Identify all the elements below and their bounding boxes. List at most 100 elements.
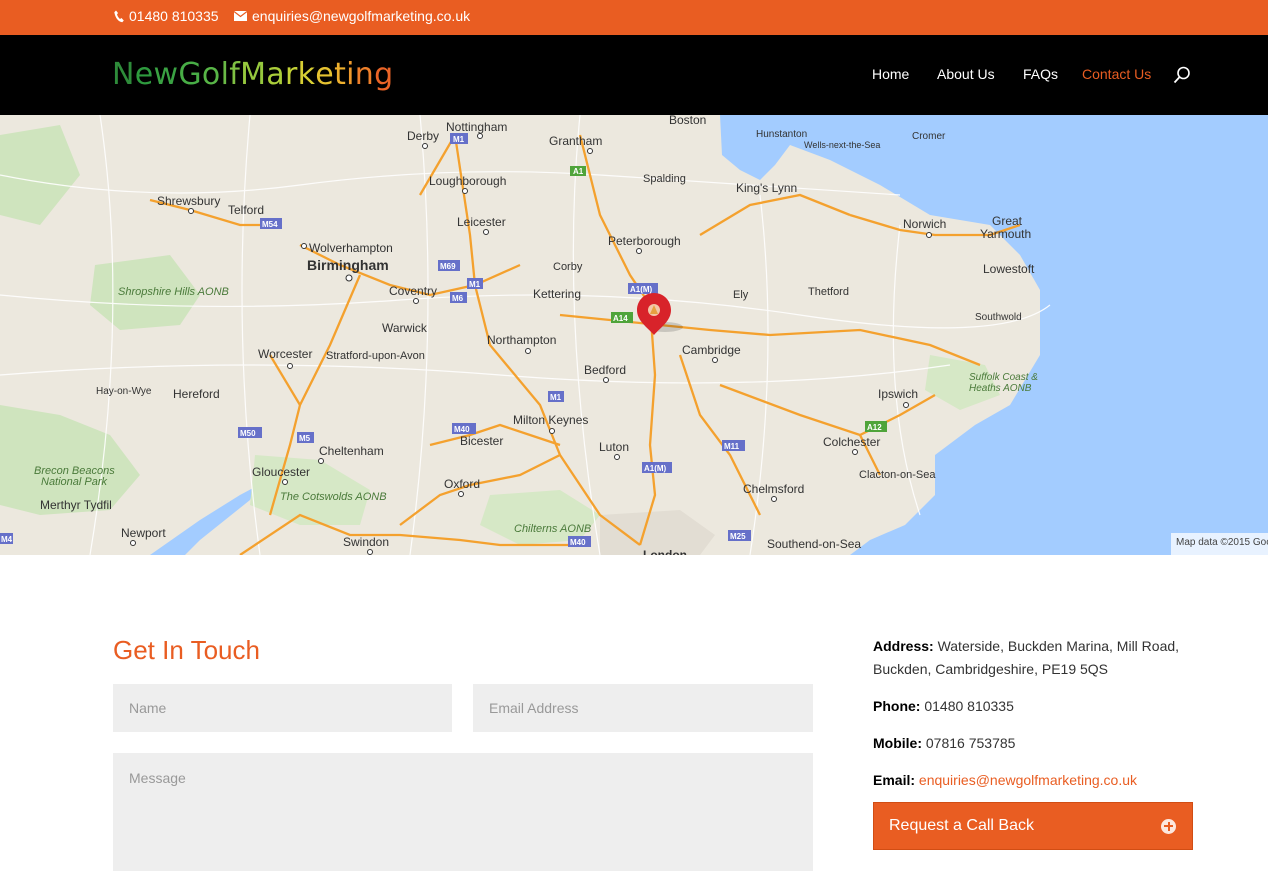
svg-text:Merthyr Tydfil: Merthyr Tydfil	[40, 498, 112, 512]
svg-text:A1(M): A1(M)	[644, 464, 667, 473]
svg-text:Lowestoft: Lowestoft	[983, 262, 1035, 276]
location-map[interactable]: Derby Nottingham Boston Hunstanton Crome…	[0, 115, 1268, 555]
svg-text:Thetford: Thetford	[808, 286, 849, 298]
svg-text:Spalding: Spalding	[643, 173, 686, 185]
svg-text:Wells-next-the-Sea: Wells-next-the-Sea	[804, 140, 880, 150]
phone-block: Phone: 01480 810335	[873, 695, 1014, 718]
site-logo[interactable]: NewGolfMarketing	[112, 57, 393, 92]
logo-letter: a	[266, 57, 285, 92]
svg-text:Stratford-upon-Avon: Stratford-upon-Avon	[326, 350, 425, 362]
nav-about-us[interactable]: About Us	[937, 66, 995, 82]
top-bar: 01480 810335 enquiries@newgolfmarketing.…	[0, 0, 1268, 35]
logo-letter: g	[374, 57, 394, 92]
nav-contact-us[interactable]: Contact Us	[1082, 66, 1151, 82]
logo-letter: N	[112, 57, 135, 92]
svg-text:Northampton: Northampton	[487, 333, 556, 347]
svg-text:A12: A12	[867, 423, 882, 432]
svg-text:Hay-on-Wye: Hay-on-Wye	[96, 386, 152, 397]
address-line1: Waterside, Buckden Marina, Mill Road,	[937, 638, 1180, 654]
svg-text:King's Lynn: King's Lynn	[736, 181, 797, 195]
top-bar-email[interactable]: enquiries@newgolfmarketing.co.uk	[234, 8, 470, 24]
svg-text:M1: M1	[453, 135, 465, 144]
address-label: Address:	[873, 638, 934, 654]
svg-text:Derby: Derby	[407, 129, 439, 143]
email-label: Email:	[873, 772, 916, 788]
svg-text:Swindon: Swindon	[343, 535, 389, 549]
svg-text:Luton: Luton	[599, 440, 629, 454]
search-icon[interactable]	[1173, 66, 1191, 84]
svg-text:Leicester: Leicester	[457, 215, 506, 229]
svg-text:Heaths AONB: Heaths AONB	[969, 383, 1032, 394]
message-textarea[interactable]	[113, 753, 813, 871]
svg-text:Peterborough: Peterborough	[608, 234, 681, 248]
svg-text:M11: M11	[724, 442, 740, 451]
svg-text:Boston: Boston	[669, 115, 706, 127]
svg-text:M40: M40	[570, 538, 586, 547]
svg-text:Southend-on-Sea: Southend-on-Sea	[767, 537, 861, 551]
mobile-label: Mobile:	[873, 735, 922, 751]
svg-text:Norwich: Norwich	[903, 217, 946, 231]
top-bar-phone[interactable]: 01480 810335	[114, 8, 219, 24]
svg-text:Southwold: Southwold	[975, 312, 1022, 323]
svg-text:Bicester: Bicester	[460, 434, 503, 448]
svg-text:Loughborough: Loughborough	[429, 174, 506, 188]
svg-text:Great: Great	[992, 214, 1023, 228]
svg-text:M54: M54	[262, 220, 278, 229]
name-input[interactable]	[113, 684, 452, 732]
location-pin-icon[interactable]	[637, 293, 683, 335]
phone-icon	[114, 10, 124, 22]
phone-value: 01480 810335	[924, 698, 1014, 714]
svg-text:The Cotswolds AONB: The Cotswolds AONB	[280, 491, 387, 503]
svg-text:Chelmsford: Chelmsford	[743, 482, 804, 496]
email-input[interactable]	[473, 684, 813, 732]
request-callback-label: Request a Call Back	[889, 817, 1034, 834]
nav-home[interactable]: Home	[872, 66, 909, 82]
svg-text:Warwick: Warwick	[382, 321, 428, 335]
contact-heading: Get In Touch	[113, 635, 260, 665]
svg-text:Newport: Newport	[121, 526, 166, 540]
svg-text:M25: M25	[730, 532, 746, 541]
svg-text:Cheltenham: Cheltenham	[319, 444, 384, 458]
svg-text:A1(M): A1(M)	[630, 285, 653, 294]
svg-text:Wolverhampton: Wolverhampton	[309, 241, 393, 255]
logo-letter: e	[134, 57, 154, 92]
svg-text:Oxford: Oxford	[444, 477, 480, 491]
site-header: NewGolfMarketing Home About Us FAQs Cont…	[0, 35, 1268, 115]
email-block: Email: enquiries@newgolfmarketing.co.uk	[873, 769, 1137, 792]
nav-faqs[interactable]: FAQs	[1023, 66, 1058, 82]
logo-letter: f	[229, 57, 241, 92]
svg-text:Colchester: Colchester	[823, 435, 880, 449]
svg-text:Chilterns AONB: Chilterns AONB	[514, 523, 591, 535]
svg-text:Clacton-on-Sea: Clacton-on-Sea	[859, 469, 936, 481]
svg-text:Cromer: Cromer	[912, 131, 946, 142]
svg-text:M50: M50	[240, 429, 256, 438]
svg-text:Corby: Corby	[553, 261, 583, 273]
logo-letter: n	[354, 57, 375, 92]
map-credit[interactable]: Map data ©2015 Google	[1171, 533, 1268, 555]
svg-text:M5: M5	[299, 434, 311, 443]
email-link[interactable]: enquiries@newgolfmarketing.co.uk	[919, 772, 1137, 788]
phone-label: Phone:	[873, 698, 921, 714]
logo-letter: w	[153, 57, 179, 92]
svg-text:Bedford: Bedford	[584, 363, 626, 377]
logo-letter: k	[297, 57, 316, 92]
logo-letter: i	[346, 57, 355, 92]
logo-letter: G	[178, 57, 202, 92]
logo-letter: l	[220, 57, 230, 92]
svg-text:M40: M40	[454, 425, 470, 434]
svg-text:London: London	[643, 548, 687, 555]
svg-text:Worcester: Worcester	[258, 347, 312, 361]
svg-text:Kettering: Kettering	[533, 287, 581, 301]
svg-text:Birmingham: Birmingham	[307, 257, 389, 273]
svg-text:A14: A14	[613, 314, 628, 323]
svg-text:M1: M1	[469, 280, 481, 289]
svg-text:Telford: Telford	[228, 203, 264, 217]
plus-circle-icon	[1161, 818, 1176, 834]
svg-text:Hunstanton: Hunstanton	[756, 129, 807, 140]
address-block: Address: Waterside, Buckden Marina, Mill…	[873, 635, 1203, 681]
svg-text:Suffolk Coast &: Suffolk Coast &	[969, 372, 1038, 383]
request-callback-toggle[interactable]: Request a Call Back	[873, 802, 1193, 850]
svg-text:M1: M1	[550, 393, 562, 402]
svg-text:Yarmouth: Yarmouth	[980, 227, 1031, 241]
svg-text:Milton Keynes: Milton Keynes	[513, 413, 588, 427]
